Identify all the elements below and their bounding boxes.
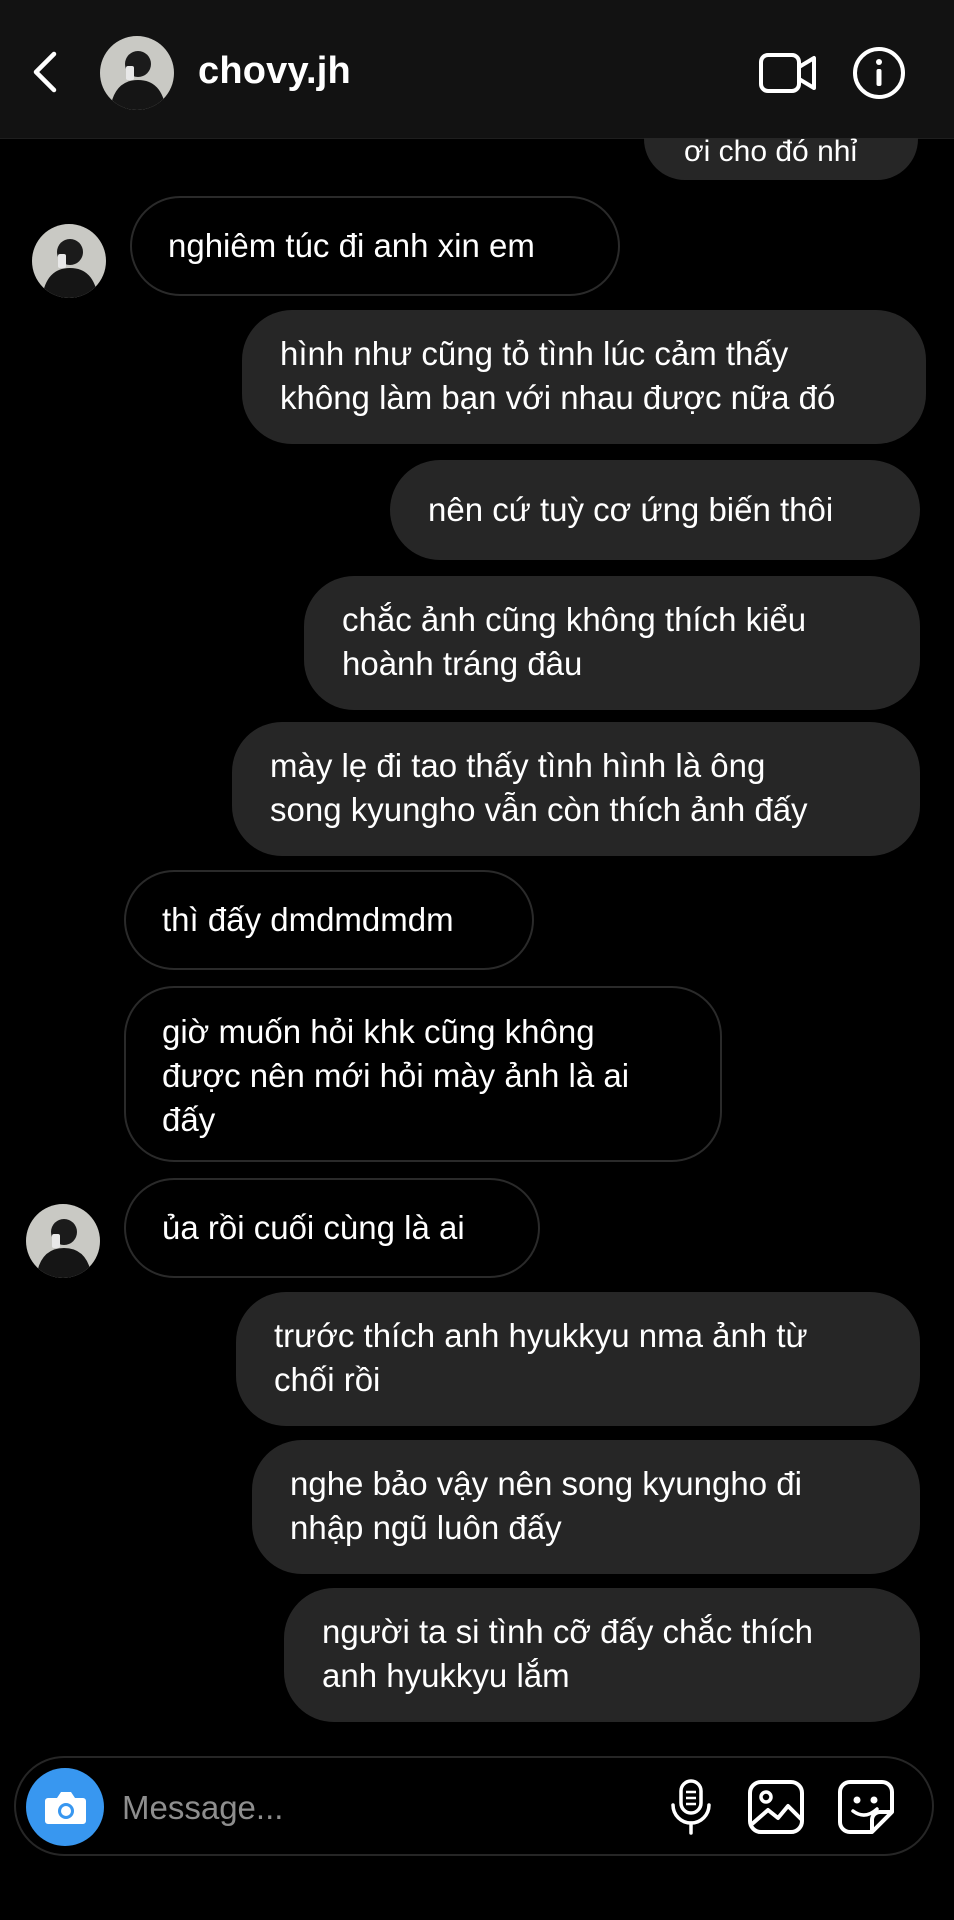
message-composer (14, 1756, 934, 1856)
avatar-image (32, 224, 106, 298)
sticker-button[interactable] (836, 1778, 896, 1836)
message-bubble-outgoing[interactable]: chắc ảnh cũng không thích kiểu hoành trá… (304, 576, 920, 710)
message-bubble-incoming[interactable]: giờ muốn hỏi khk cũng không được nên mới… (124, 986, 722, 1162)
message-bubble-outgoing[interactable]: người ta si tình cỡ đấy chắc thích anh h… (284, 1588, 920, 1722)
chevron-left-icon (33, 51, 57, 93)
message-thread[interactable]: ơi cho đó nhỉ nghiêm túc đi anh xin em h… (0, 138, 954, 1743)
message-bubble-outgoing[interactable]: hình như cũng tỏ tình lúc cảm thấy không… (242, 310, 926, 444)
voice-message-button[interactable] (666, 1778, 716, 1836)
info-button[interactable] (852, 46, 906, 100)
contact-avatar[interactable] (100, 36, 174, 110)
message-avatar[interactable] (32, 224, 106, 298)
message-bubble-cropped[interactable]: ơi cho đó nhỉ (644, 138, 918, 180)
video-camera-icon (759, 53, 816, 93)
message-bubble-incoming[interactable]: nghiêm túc đi anh xin em (130, 196, 620, 296)
info-icon (853, 47, 905, 99)
image-gallery-icon (748, 1780, 804, 1834)
message-bubble-outgoing[interactable]: nên cứ tuỳ cơ ứng biến thôi (390, 460, 920, 560)
message-bubble-outgoing[interactable]: trước thích anh hyukkyu nma ảnh từ chối … (236, 1292, 920, 1426)
back-button[interactable] (26, 48, 66, 96)
message-bubble-outgoing[interactable]: mày lẹ đi tao thấy tình hình là ông song… (232, 722, 920, 856)
message-avatar[interactable] (26, 1204, 100, 1278)
message-input[interactable] (120, 1780, 644, 1836)
microphone-icon (671, 1779, 711, 1835)
contact-username[interactable]: chovy.jh (198, 50, 351, 93)
message-bubble-outgoing[interactable]: nghe bảo vậy nên song kyungho đi nhập ng… (252, 1440, 920, 1574)
avatar-image (26, 1204, 100, 1278)
avatar-image (100, 36, 174, 110)
camera-button[interactable] (26, 1768, 104, 1846)
camera-icon (45, 1792, 86, 1824)
video-call-button[interactable] (758, 50, 818, 96)
chat-header: chovy.jh (0, 0, 954, 139)
message-bubble-incoming[interactable]: thì đấy dmdmdmdm (124, 870, 534, 970)
message-bubble-incoming[interactable]: ủa rồi cuối cùng là ai (124, 1178, 540, 1278)
sticker-icon (838, 1780, 894, 1834)
gallery-button[interactable] (746, 1778, 806, 1836)
